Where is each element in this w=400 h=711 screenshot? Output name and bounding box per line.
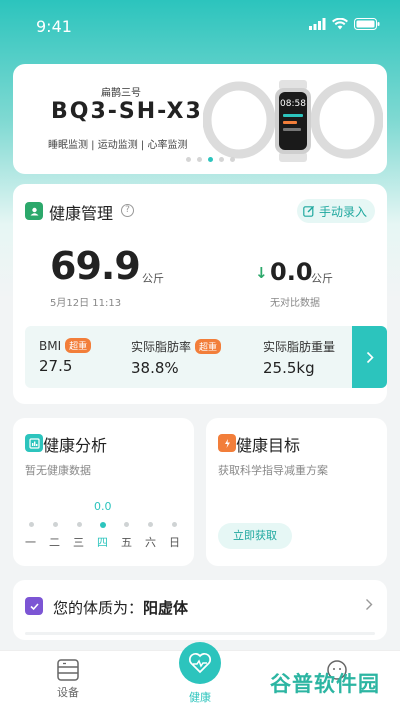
battery-icon bbox=[354, 18, 380, 30]
change-unit: 公斤 bbox=[311, 272, 333, 285]
edit-icon bbox=[303, 205, 315, 217]
day-dot-active bbox=[100, 521, 106, 528]
day-label[interactable]: 二 bbox=[49, 534, 60, 550]
metric-value: 25.5kg bbox=[263, 359, 315, 377]
metric-value: 38.8% bbox=[131, 359, 179, 377]
carousel-dot[interactable] bbox=[230, 157, 235, 162]
chart-icon bbox=[25, 434, 43, 452]
leaf-icon bbox=[25, 202, 43, 220]
signal-icon bbox=[309, 18, 326, 30]
weight-value: 69.9 bbox=[50, 244, 141, 288]
day-label-active[interactable]: 四 bbox=[97, 534, 108, 550]
constitution-label: 您的体质为： bbox=[53, 599, 144, 617]
day-label[interactable]: 三 bbox=[73, 534, 84, 550]
status-time: 9:41 bbox=[36, 17, 72, 36]
metric-label: BMI bbox=[39, 338, 62, 353]
no-compare-text: 无对比数据 bbox=[270, 298, 320, 309]
manual-entry-button[interactable]: 手动录入 bbox=[296, 199, 375, 223]
day-dot bbox=[124, 522, 129, 527]
day-label[interactable]: 五 bbox=[121, 534, 132, 550]
get-now-button[interactable]: 立即获取 bbox=[218, 523, 292, 549]
tab-health-label: 健康 bbox=[189, 691, 211, 704]
watermark-part1: 谷普 bbox=[270, 672, 314, 696]
day-dot bbox=[172, 522, 177, 527]
metrics-more-button[interactable] bbox=[352, 326, 387, 388]
watermark-logo: 谷普软件园 bbox=[270, 668, 380, 698]
day-dot bbox=[29, 522, 34, 527]
health-analysis-title: 健康分析 bbox=[43, 436, 108, 455]
goal-description: 获取科学指导减重方案 bbox=[218, 464, 328, 477]
down-arrow-icon: ↓ bbox=[255, 264, 268, 282]
day-label[interactable]: 一 bbox=[25, 534, 36, 550]
status-badge: 超重 bbox=[195, 339, 222, 354]
day-label[interactable]: 六 bbox=[145, 534, 156, 550]
weight-unit: 公斤 bbox=[142, 272, 164, 285]
chevron-right-icon bbox=[366, 351, 374, 363]
constitution-card[interactable]: 您的体质为：阳虚体 bbox=[13, 580, 387, 640]
body-metrics[interactable]: BMI 超重 27.5 实际脂肪率 超重 38.8% 实际脂肪重量 25.5kg bbox=[25, 326, 387, 388]
wifi-icon bbox=[332, 18, 348, 30]
current-day-value: 0.0 bbox=[94, 500, 112, 513]
product-banner[interactable]: 扁鹊三号 BQ3-SH-X3 睡眠监测 | 运动监测 | 心率监测 08:58 bbox=[13, 64, 387, 174]
health-analysis-card[interactable]: 健康分析 暂无健康数据 0.0 一 二 三 四 五 六 日 bbox=[13, 418, 194, 566]
health-goal-card[interactable]: 健康目标 获取科学指导减重方案 立即获取 bbox=[206, 418, 387, 566]
carousel-dot[interactable] bbox=[219, 157, 224, 162]
heart-icon bbox=[188, 652, 212, 674]
weight-change: 0.0 bbox=[270, 258, 313, 286]
banner-model: BQ3-SH-X3 bbox=[51, 99, 203, 124]
metric-value: 27.5 bbox=[39, 357, 73, 375]
banner-features: 睡眠监测 | 运动监测 | 心率监测 bbox=[48, 140, 188, 151]
target-icon bbox=[218, 434, 236, 452]
help-icon[interactable]: ? bbox=[121, 204, 134, 217]
divider bbox=[25, 632, 375, 635]
metric-bmi: BMI 超重 27.5 bbox=[39, 338, 92, 375]
constitution-value: 阳虚体 bbox=[143, 599, 189, 617]
carousel-dot[interactable] bbox=[186, 157, 191, 162]
manual-entry-label: 手动录入 bbox=[318, 204, 367, 219]
day-dot bbox=[148, 522, 153, 527]
day-label[interactable]: 日 bbox=[169, 534, 180, 550]
status-badge: 超重 bbox=[65, 338, 92, 353]
metric-label: 实际脂肪重量 bbox=[263, 340, 336, 354]
check-icon bbox=[25, 597, 43, 615]
health-management-card: 健康管理 ? 手动录入 69.9 公斤 5月12日 11:13 ↓ 0.0 公斤… bbox=[13, 184, 387, 404]
watch-time: 08:58 bbox=[280, 99, 306, 109]
tab-devices[interactable]: 设备 bbox=[46, 659, 90, 700]
metric-fat-rate: 实际脂肪率 超重 38.8% bbox=[131, 338, 222, 377]
chevron-right-icon[interactable] bbox=[365, 596, 373, 615]
metric-label: 实际脂肪率 bbox=[131, 340, 192, 354]
tab-devices-label: 设备 bbox=[57, 686, 79, 699]
device-icon bbox=[57, 659, 79, 681]
constitution-text: 您的体质为：阳虚体 bbox=[53, 597, 188, 618]
smartwatch-image: 08:58 bbox=[203, 80, 383, 162]
metric-fat-weight: 实际脂肪重量 25.5kg bbox=[263, 338, 335, 377]
measure-date: 5月12日 11:13 bbox=[50, 298, 122, 309]
carousel-dot[interactable] bbox=[197, 157, 202, 162]
carousel-indicator[interactable] bbox=[186, 157, 235, 162]
status-icons bbox=[309, 18, 380, 30]
no-data-text: 暂无健康数据 bbox=[25, 464, 91, 477]
day-dot bbox=[77, 522, 82, 527]
carousel-dot-active[interactable] bbox=[208, 157, 213, 162]
health-management-title: 健康管理 bbox=[49, 204, 114, 223]
day-dot bbox=[53, 522, 58, 527]
banner-subtitle: 扁鹊三号 bbox=[101, 88, 141, 99]
watermark-part2: 软件园 bbox=[314, 672, 380, 696]
health-goal-title: 健康目标 bbox=[236, 436, 301, 455]
status-bar: 9:41 bbox=[0, 0, 400, 52]
tab-health[interactable] bbox=[179, 642, 221, 684]
